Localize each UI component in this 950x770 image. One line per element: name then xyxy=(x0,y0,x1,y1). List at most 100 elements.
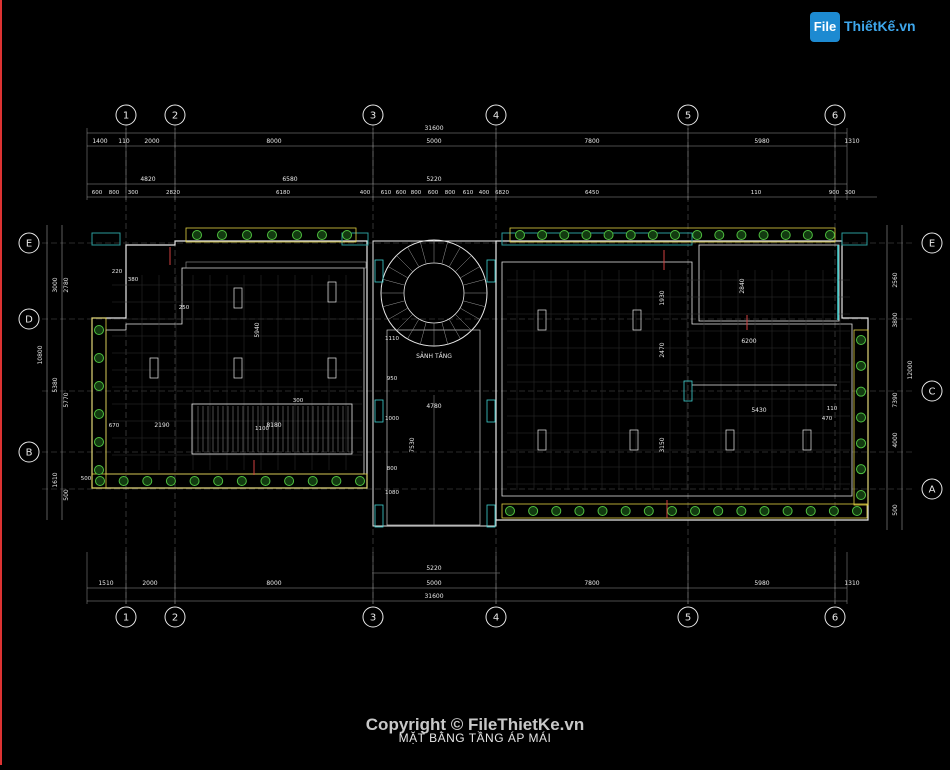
dim-left: 1610 xyxy=(52,472,59,487)
dim-detail: 300 xyxy=(845,190,856,196)
dim-top: 1310 xyxy=(844,138,859,145)
shrub xyxy=(620,506,631,516)
hall-column xyxy=(374,504,384,528)
planter xyxy=(91,317,107,489)
dim-detail: 300 xyxy=(128,190,139,196)
dim-right: 3800 xyxy=(892,312,899,327)
dim-detail: 600 xyxy=(428,190,439,196)
shrub xyxy=(94,325,104,335)
small-dim: 220 xyxy=(112,269,123,275)
grid-bubble-label: 3 xyxy=(370,613,376,624)
dim-detail: 400 xyxy=(360,190,371,196)
shrub xyxy=(165,476,176,486)
shrub xyxy=(331,476,342,486)
shrub xyxy=(825,230,835,240)
light-fixture xyxy=(233,357,243,379)
shrub xyxy=(597,506,608,516)
right-wing-outline xyxy=(495,240,869,521)
shrub xyxy=(118,476,129,486)
small-dim: 1080 xyxy=(385,490,399,496)
shrub xyxy=(643,506,654,516)
hall-column xyxy=(486,504,496,528)
dim-total-bottom: 31600 xyxy=(424,593,443,600)
shrub xyxy=(856,412,866,423)
grid-bubble-label: 6 xyxy=(832,613,838,624)
grid-bubble-label: A xyxy=(929,485,936,496)
stair-radial xyxy=(420,241,427,265)
dim-top: 7800 xyxy=(584,138,599,145)
grid-bubble-label: 2 xyxy=(172,613,178,624)
dim-detail: 610 xyxy=(463,190,474,196)
dim-bottom-mid: 5220 xyxy=(426,565,441,572)
shrub xyxy=(625,230,636,240)
room-dim: 5430 xyxy=(751,407,766,414)
grid-bubble-label: B xyxy=(26,448,33,459)
logo-text: ThiếtKế.vn xyxy=(844,18,916,34)
dim-detail: 900 xyxy=(829,190,840,196)
room-dim: 7530 xyxy=(409,437,416,452)
small-dim: 250 xyxy=(179,305,190,311)
stair-radial xyxy=(387,266,409,279)
shrub xyxy=(260,476,271,486)
dim-bottom: 5000 xyxy=(426,580,441,587)
stair-radial xyxy=(407,318,420,340)
room-dim: 1930 xyxy=(659,290,666,305)
stair-radial xyxy=(462,279,486,286)
dim-top: 5980 xyxy=(754,138,769,145)
shrub xyxy=(189,476,200,486)
grid-bubble-label: D xyxy=(25,315,33,326)
filethietke-logo: File ThiếtKế.vn xyxy=(810,12,922,42)
small-dim: 470 xyxy=(822,416,833,422)
dim-total-top: 31600 xyxy=(424,125,443,132)
drawing-title: MẶT BẰNG TẦNG ÁP MÁI xyxy=(398,731,552,745)
stair-radial xyxy=(382,300,406,307)
light-fixture xyxy=(149,357,159,379)
dim-detail: 600 xyxy=(396,190,407,196)
dim-left: 5380 xyxy=(52,377,59,392)
spiral-stair-core xyxy=(403,262,465,324)
grid-bubble-label: 5 xyxy=(685,613,691,624)
stair-radial xyxy=(455,255,472,272)
room-dim: 6200 xyxy=(741,338,756,345)
dim-upper: 5220 xyxy=(426,176,441,183)
shrub xyxy=(852,506,862,516)
small-dim: 950 xyxy=(387,376,398,382)
stair-radial xyxy=(441,241,448,265)
hall-column xyxy=(486,399,496,423)
small-dim: 670 xyxy=(109,423,120,429)
dim-bottom: 2000 xyxy=(142,580,157,587)
small-dim: 1100 xyxy=(255,426,269,432)
stair-radial xyxy=(459,266,481,279)
shrub xyxy=(537,230,548,240)
shrub xyxy=(342,230,352,240)
shrub xyxy=(759,506,770,516)
grid-bubble-label: 4 xyxy=(493,613,499,624)
shrub xyxy=(714,230,725,240)
hall-outline xyxy=(372,240,497,527)
shrub xyxy=(581,230,592,240)
room-dim: 2840 xyxy=(739,278,746,293)
shrub xyxy=(805,506,816,516)
dim-top: 5000 xyxy=(426,138,441,145)
stair-radial xyxy=(462,300,486,307)
shrub xyxy=(94,353,104,363)
stair-radial xyxy=(382,279,406,286)
shrub xyxy=(94,465,104,475)
logo-badge: File xyxy=(810,12,840,42)
shrub xyxy=(551,506,562,516)
grid-bubble-label: 3 xyxy=(370,111,376,122)
shrub xyxy=(94,437,104,447)
shrub xyxy=(574,506,585,516)
shrub xyxy=(94,381,104,391)
grid-bubble-label: E xyxy=(929,239,935,250)
room-dim: 4780 xyxy=(426,403,441,410)
shrub xyxy=(292,230,302,240)
shrub xyxy=(559,230,570,240)
shrub xyxy=(690,506,701,516)
shrub xyxy=(856,490,866,500)
small-dim: 300 xyxy=(293,398,304,404)
planter xyxy=(91,473,368,489)
dim-detail: 800 xyxy=(411,190,422,196)
dim-right: 4000 xyxy=(892,432,899,447)
shrub xyxy=(802,230,813,240)
